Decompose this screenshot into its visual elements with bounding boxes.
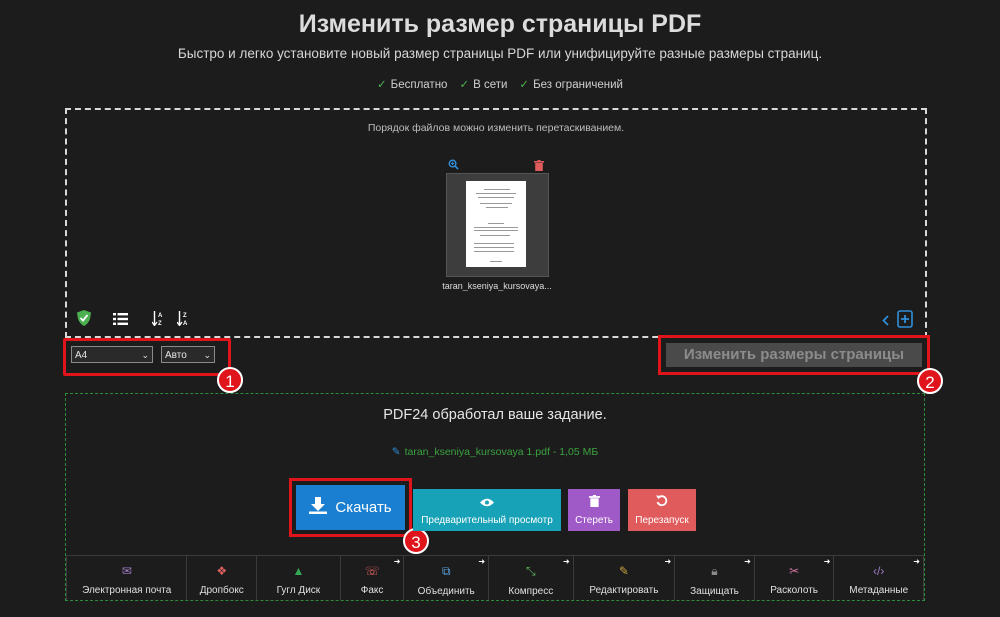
result-file-link[interactable]: ✎ taran_kseniya_kursovaya 1.pdf - 1,05 МБ	[66, 446, 924, 458]
svg-text:Z: Z	[158, 321, 162, 326]
step-badge-2: 2	[917, 368, 943, 394]
tool-mail[interactable]: ✉ Электронная почта	[66, 556, 188, 600]
page-size-select[interactable]: A4 ⌄	[71, 346, 153, 363]
tool-label: Редактировать	[589, 585, 659, 596]
file-thumbnail[interactable]	[446, 173, 549, 277]
shield-icon[interactable]	[77, 310, 91, 331]
tool-compress[interactable]: ⤡ Компресс ➜	[489, 556, 574, 600]
step-badge-3: 3	[403, 528, 429, 554]
page-size-options: A4 ⌄ Авто ⌄	[63, 338, 231, 376]
tool-lock[interactable]: 🔒︎ Защищать ➜	[675, 556, 755, 600]
tool-label: Электронная почта	[82, 585, 172, 596]
download-highlight: Скачать	[289, 478, 412, 537]
tool-merge[interactable]: ⧉ Объединить ➜	[404, 556, 490, 600]
tool-scissors[interactable]: ✂ Расколоть ➜	[755, 556, 835, 600]
check-icon: ✓	[519, 79, 530, 91]
edit-icon: ✎	[618, 564, 629, 578]
page-title: Изменить размер страницы PDF	[298, 10, 702, 38]
external-arrow-icon: ➜	[823, 557, 831, 566]
tool-google-drive[interactable]: ▲ Гугл Диск	[257, 556, 341, 600]
step-badge-1: 1	[217, 367, 243, 393]
list-view-icon[interactable]	[113, 312, 128, 330]
chevron-down-icon: ⌄	[141, 350, 149, 360]
reorder-hint: Порядок файлов можно изменить перетаскив…	[367, 122, 625, 134]
fax-icon: ☏	[364, 564, 380, 578]
check-icon: ✓	[459, 79, 470, 91]
feature-item: ✓ Без ограничений	[519, 79, 623, 91]
result-panel: PDF24 обработал ваше задание. ✎ taran_kse…	[65, 393, 925, 601]
chevron-left-icon[interactable]	[882, 313, 889, 331]
preview-button[interactable]: Предварительный просмотр	[413, 489, 561, 531]
sort-az-icon[interactable]: AZ	[151, 310, 165, 331]
dropbox-icon: ❖	[216, 564, 228, 578]
tool-label: Расколоть	[770, 585, 819, 596]
check-icon: ✓	[377, 79, 387, 91]
erase-button[interactable]: Стереть	[568, 489, 620, 531]
svg-text:A: A	[183, 321, 188, 326]
google-drive-icon: ▲	[292, 564, 305, 578]
tool-label: Метаданные	[849, 585, 909, 596]
tool-label: Факс	[360, 585, 384, 596]
tool-label: Объединить	[417, 586, 475, 597]
feature-list: ✓ Бесплатно ✓ В сети ✓ Без ограничений	[0, 77, 1000, 91]
mail-icon: ✉	[121, 564, 132, 578]
orientation-select[interactable]: Авто ⌄	[161, 346, 215, 363]
tool-dropbox[interactable]: ❖ Дропбокс	[187, 556, 258, 600]
scissors-icon: ✂	[789, 564, 800, 578]
tool-label: Дропбокс	[199, 585, 244, 596]
external-arrow-icon: ➜	[913, 557, 920, 566]
tool-code[interactable]: ‹/› Метаданные ➜	[834, 556, 924, 600]
code-icon: ‹/›	[873, 564, 885, 578]
svg-text:A: A	[158, 313, 163, 319]
add-file-icon[interactable]	[897, 310, 913, 333]
resize-pages-button[interactable]: Изменить размеры страницы	[666, 343, 922, 367]
tool-label: Защищать	[690, 586, 739, 597]
tool-fax[interactable]: ☏ Факс ➜	[341, 556, 405, 600]
page-subtitle: Быстро и легко установите новый размер с…	[177, 46, 823, 61]
pdf-page-preview	[466, 181, 526, 267]
download-button[interactable]: Скачать	[296, 485, 405, 530]
dropzone-toolbar: AZ ZA	[77, 310, 190, 331]
resize-button-highlight: Изменить размеры страницы	[658, 335, 930, 375]
status-message: PDF24 обработал ваше задание.	[383, 407, 607, 423]
compress-icon: ⤡	[526, 564, 536, 578]
external-arrow-icon: ➜	[478, 557, 486, 566]
feature-item: ✓ В сети	[459, 79, 508, 91]
external-arrow-icon: ➜	[664, 557, 672, 566]
external-arrow-icon: ➜	[562, 557, 570, 566]
tool-label: Гугл Диск	[276, 585, 321, 596]
dropzone-right-tools	[882, 310, 913, 333]
tool-edit[interactable]: ✎ Редактировать ➜	[574, 556, 676, 600]
restart-button[interactable]: Перезапуск	[628, 489, 696, 531]
download-icon	[309, 497, 328, 518]
lock-icon: 🔒︎	[711, 564, 718, 578]
eye-icon	[413, 495, 561, 510]
pencil-icon: ✎	[391, 446, 401, 458]
file-name: taran_kseniya_kursovaya...	[442, 281, 552, 291]
external-arrow-icon: ➜	[393, 557, 401, 566]
more-tools-bar: ✉ Электронная почта ❖ Дропбокс ▲ Гугл Диск ☏ Фа…	[66, 555, 924, 600]
trash-icon	[568, 495, 620, 510]
file-dropzone[interactable]: Порядок файлов можно изменить перетаскив…	[65, 108, 927, 338]
merge-icon: ⧉	[441, 564, 451, 578]
restart-icon	[628, 495, 696, 510]
chevron-down-icon: ⌄	[203, 350, 211, 360]
svg-text:Z: Z	[183, 313, 187, 319]
tool-label: Компресс	[508, 586, 554, 597]
sort-za-icon[interactable]: ZA	[176, 310, 190, 331]
feature-item: ✓ Бесплатно	[377, 79, 448, 91]
external-arrow-icon: ➜	[744, 557, 751, 566]
